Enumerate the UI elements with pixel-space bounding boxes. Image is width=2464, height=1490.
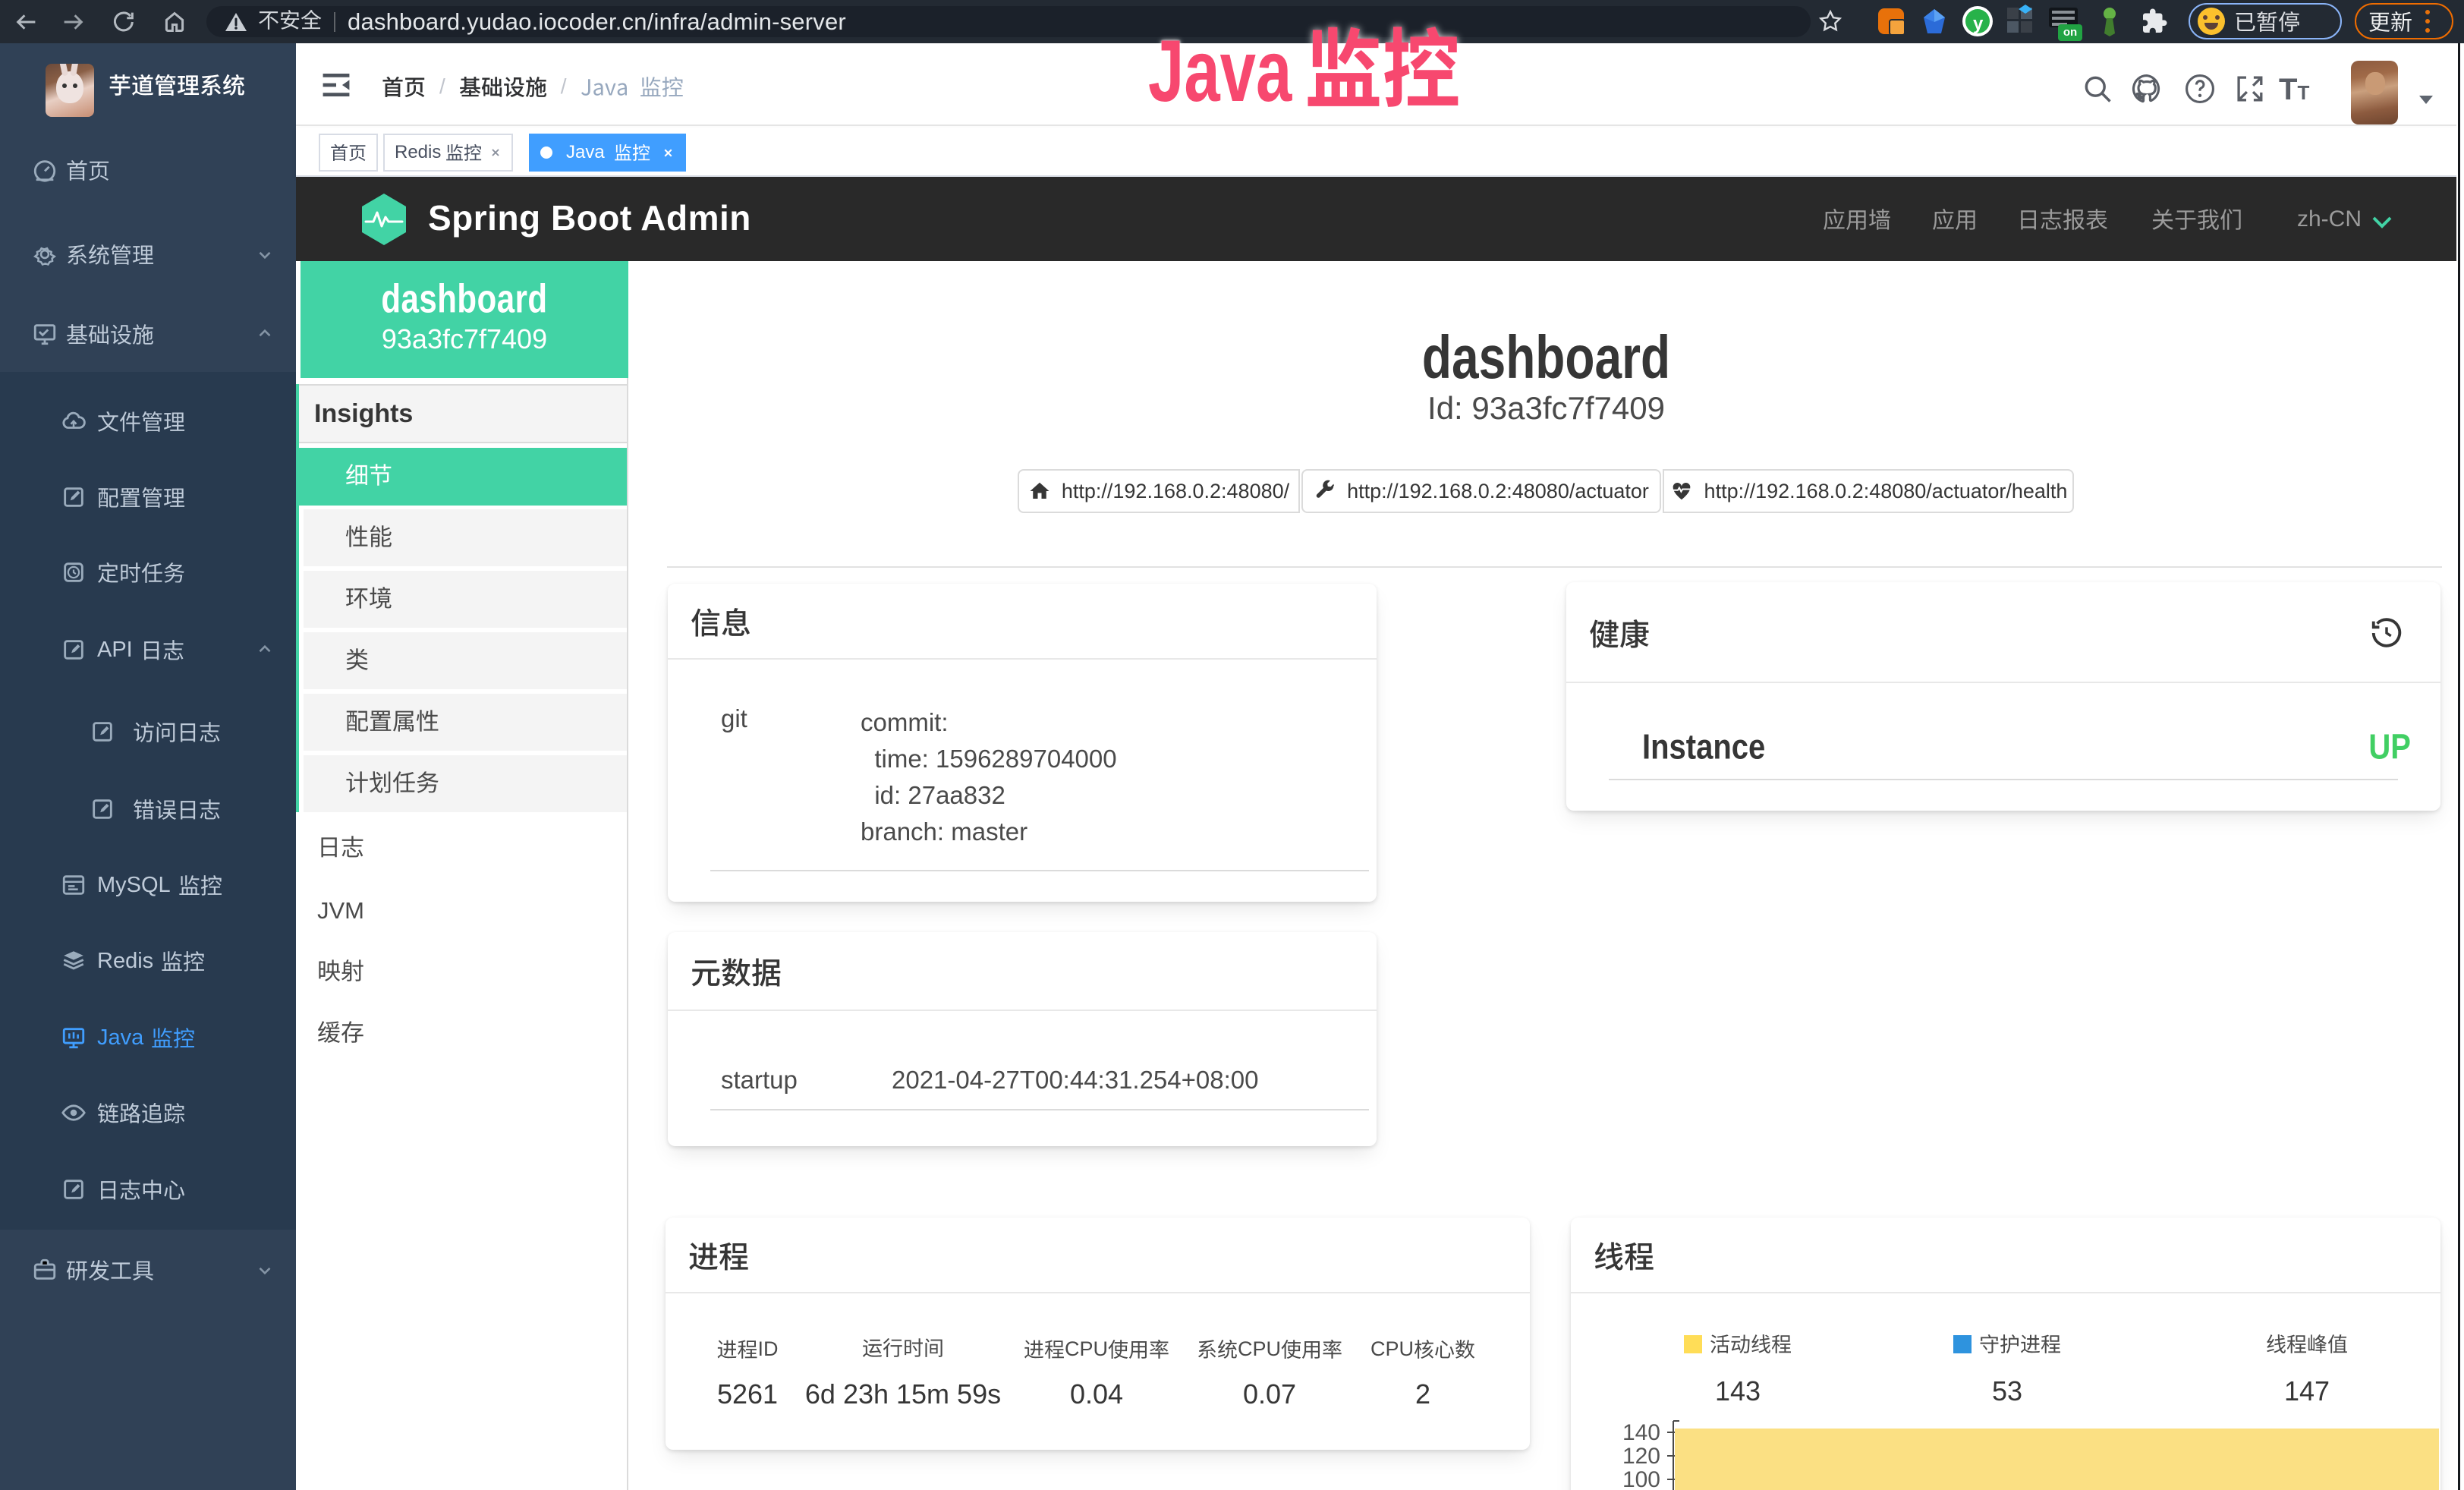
svg-text:140: 140 [1622, 1420, 1660, 1445]
svg-text:120: 120 [1622, 1444, 1660, 1469]
svg-text:100: 100 [1622, 1467, 1660, 1490]
